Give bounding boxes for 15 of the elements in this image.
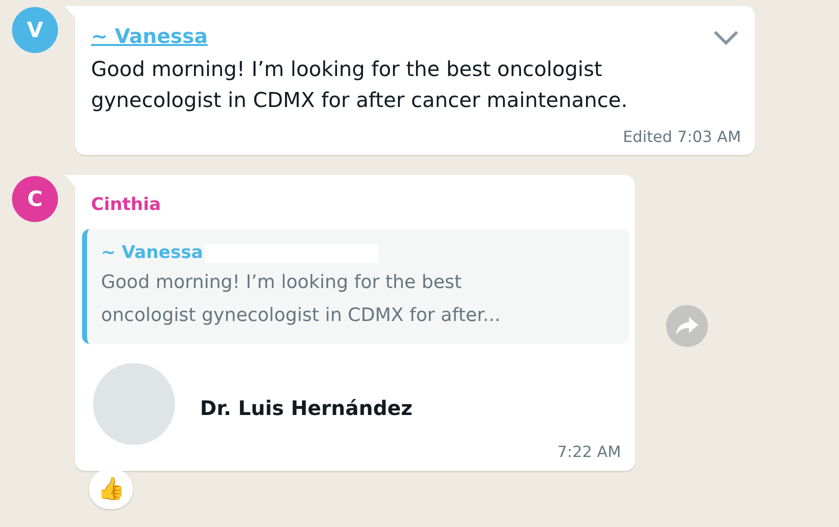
avatar[interactable]: V [12,7,58,53]
forward-arrow-icon [675,316,699,336]
forward-button[interactable] [666,305,708,347]
message-time: 7:22 AM [557,443,621,461]
edited-label: Edited [622,128,672,146]
avatar[interactable]: C [12,176,58,222]
contact-name[interactable]: Dr. Luis Hernández [200,396,413,420]
chevron-down-icon[interactable] [713,30,739,46]
quoted-text: Good morning! I’m looking for the best oncologist gynecologist in CDMX for after... [101,271,501,328]
quoted-sender: ~ Vanessa [101,243,204,263]
quoted-message[interactable]: ~ Vanessa Good morning! I’m looking for the best oncologist gynecologist in CDMX for after... [82,229,629,344]
message-time: 7:03 AM [677,128,741,146]
message-text: Good morning! I’m looking for the best oncologist gynecologist in CDMX for after cancer maintenance. [91,56,628,114]
sender-name: Cinthia [91,195,161,215]
sender-name[interactable]: ~ Vanessa [91,24,208,48]
